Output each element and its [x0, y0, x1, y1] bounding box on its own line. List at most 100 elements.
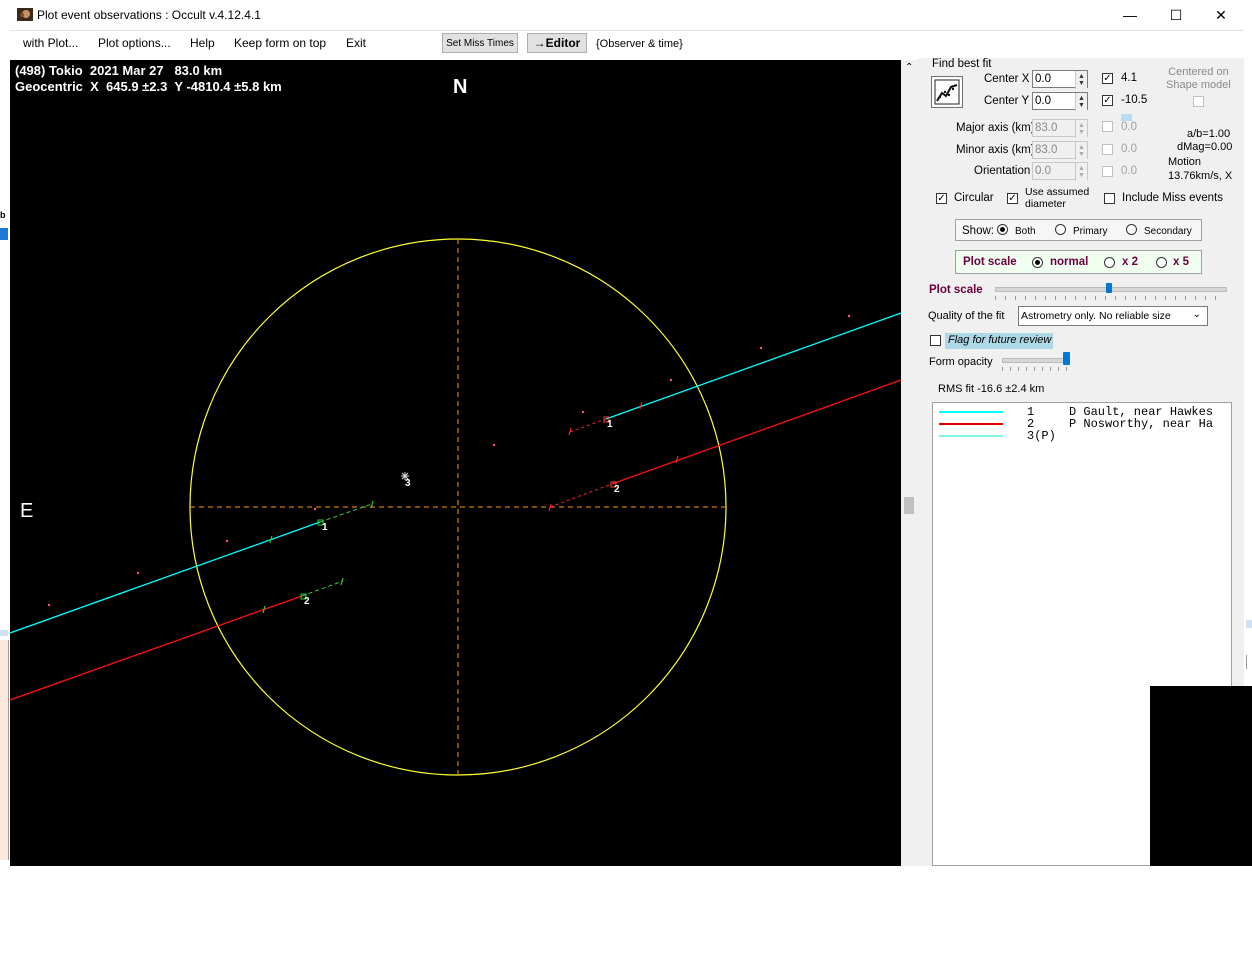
overlay-black-region — [1150, 686, 1252, 866]
include-miss-checkbox[interactable] — [1104, 193, 1115, 204]
show-primary-label: Primary — [1073, 226, 1108, 237]
east-label: E — [20, 500, 34, 522]
scale-x5-radio[interactable] — [1156, 257, 1167, 268]
orientation-spinner[interactable]: ▲ ▼ — [1075, 163, 1087, 181]
north-label: N — [453, 76, 468, 98]
legend-num-3: 3(P) — [1027, 429, 1056, 443]
menu-with-plot[interactable]: with Plot... — [23, 36, 78, 50]
title-bar: Plot event observations : Occult v.4.12.… — [10, 0, 1244, 31]
rms-fit-value: RMS fit -16.6 ±2.4 km — [938, 383, 1045, 395]
chord-2-left-dash — [301, 580, 344, 597]
use-assumed-label: Use assumed diameter — [1025, 186, 1090, 210]
show-both-radio[interactable] — [997, 224, 1008, 235]
chevron-down-icon: ⌄ — [1192, 309, 1201, 320]
minor-axis-label: Minor axis (km) — [956, 144, 1035, 156]
chord-label-1-right: 1 — [607, 419, 613, 430]
center-y-fit-checkbox[interactable]: ✓ — [1102, 95, 1113, 106]
center-x-value: 0.0 — [1035, 73, 1051, 85]
legend-line-2 — [939, 423, 1003, 425]
right-window-edge — [1244, 0, 1252, 686]
center-x-input[interactable]: 0.0 ▲ ▼ — [1032, 70, 1088, 89]
asteroid-ellipse — [189, 238, 727, 776]
fit-chart-icon — [934, 79, 960, 105]
menu-exit[interactable]: Exit — [346, 36, 366, 50]
legend-text-2: P Nosworthy, near Ha — [1069, 417, 1214, 431]
plot-scale-slider-thumb[interactable] — [1106, 283, 1112, 293]
circular-checkbox[interactable]: ✓ — [936, 193, 947, 204]
show-label: Show: — [962, 225, 994, 237]
quality-select[interactable]: Astrometry only. No reliable size ⌄ — [1018, 306, 1208, 326]
major-axis-input[interactable]: 83.0 ▲ ▼ — [1032, 119, 1088, 138]
orientation-label: Orientation — [974, 165, 1031, 177]
chord-1-left — [10, 521, 321, 634]
motion-value: 13.76km/s, X — [1168, 170, 1233, 182]
major-axis-fit-value: 0.0 — [1121, 121, 1137, 133]
minor-axis-input[interactable]: 83.0 ▲ ▼ — [1032, 141, 1088, 160]
quality-label: Quality of the fit — [928, 310, 1005, 322]
center-x-fit-value: 4.1 — [1121, 72, 1137, 84]
plot-scale-group-label: Plot scale — [963, 256, 1017, 268]
scale-x2-radio[interactable] — [1104, 257, 1115, 268]
use-assumed-checkbox[interactable]: ✓ — [1007, 193, 1018, 204]
maximize-button[interactable]: ☐ — [1153, 0, 1199, 30]
close-button[interactable]: ✕ — [1198, 0, 1244, 30]
menu-plot-options[interactable]: Plot options... — [98, 36, 171, 50]
show-secondary-label: Secondary — [1144, 226, 1192, 237]
scale-normal-radio[interactable] — [1032, 257, 1043, 268]
circular-label: Circular — [954, 192, 994, 204]
small-indicator — [1121, 114, 1132, 121]
chord-1-right — [605, 312, 901, 420]
form-opacity-track[interactable] — [1002, 358, 1070, 363]
form-opacity-label: Form opacity — [929, 356, 993, 368]
dmag-value: dMag=0.00 — [1177, 141, 1233, 153]
show-primary-radio[interactable] — [1055, 224, 1066, 235]
orientation-fit-checkbox[interactable] — [1102, 166, 1113, 177]
center-y-spinner[interactable]: ▲ ▼ — [1075, 93, 1087, 111]
find-best-fit-label: Find best fit — [932, 58, 992, 70]
chord-ticks — [262, 500, 374, 614]
minor-axis-fit-checkbox[interactable] — [1102, 144, 1113, 155]
orientation-input[interactable]: 0.0 ▲ ▼ — [1032, 162, 1088, 181]
chord-2-left — [10, 595, 303, 701]
show-secondary-radio[interactable] — [1126, 224, 1137, 235]
chord-label-2-right: 2 — [614, 484, 620, 495]
center-x-fit-checkbox[interactable]: ✓ — [1102, 73, 1113, 84]
minor-axis-spinner[interactable]: ▲ ▼ — [1075, 142, 1087, 160]
center-y-value: 0.0 — [1035, 95, 1051, 107]
chord-2-right — [611, 379, 901, 485]
plot-header-line1: (498) Tokio 2021 Mar 27 83.0 km — [15, 63, 223, 78]
scale-normal-label: normal — [1050, 256, 1089, 268]
plot-area[interactable]: (498) Tokio 2021 Mar 27 83.0 km Geocentr… — [10, 60, 901, 866]
menu-help[interactable]: Help — [190, 36, 215, 50]
window-title: Plot event observations : Occult v.4.12.… — [37, 8, 261, 22]
center-y-fit-value: -10.5 — [1121, 94, 1148, 106]
center-y-label: Center Y — [984, 95, 1030, 107]
motion-label: Motion — [1168, 156, 1202, 168]
major-axis-value: 83.0 — [1035, 122, 1058, 134]
legend-line-3 — [939, 435, 1003, 437]
plot-scale-slider-ticks — [995, 296, 1225, 300]
menu-keep-on-top[interactable]: Keep form on top — [234, 36, 326, 50]
scale-x5-label: x 5 — [1173, 256, 1189, 268]
find-best-fit-button[interactable] — [931, 76, 963, 108]
menu-bar: with Plot... Plot options... Help Keep f… — [10, 31, 1244, 57]
centered-on-shape-label: Centered on Shape model — [1166, 66, 1231, 91]
flag-review-checkbox[interactable] — [930, 335, 941, 346]
center-y-input[interactable]: 0.0 ▲ ▼ — [1032, 92, 1088, 111]
center-x-spinner[interactable]: ▲ ▼ — [1075, 71, 1087, 89]
scroll-thumb[interactable] — [904, 497, 914, 514]
editor-button[interactable]: →Editor — [527, 33, 587, 53]
legend-line-1 — [939, 411, 1003, 413]
scroll-up-icon[interactable]: ⌃ — [905, 62, 913, 73]
plot-scrollbar[interactable]: ⌃ — [901, 60, 918, 866]
form-opacity-thumb[interactable] — [1063, 352, 1070, 365]
major-axis-fit-checkbox[interactable] — [1102, 121, 1113, 132]
chord-label-3: 3 — [405, 478, 411, 489]
major-axis-spinner[interactable]: ▲ ▼ — [1075, 120, 1087, 138]
form-opacity-ticks — [1002, 367, 1068, 371]
set-miss-times-button[interactable]: Set Miss Times — [442, 33, 518, 53]
centered-on-shape-checkbox[interactable] — [1193, 96, 1204, 107]
scale-x2-label: x 2 — [1122, 256, 1138, 268]
minimize-button[interactable]: — — [1107, 0, 1153, 30]
chord-2-right-dash — [549, 483, 613, 508]
